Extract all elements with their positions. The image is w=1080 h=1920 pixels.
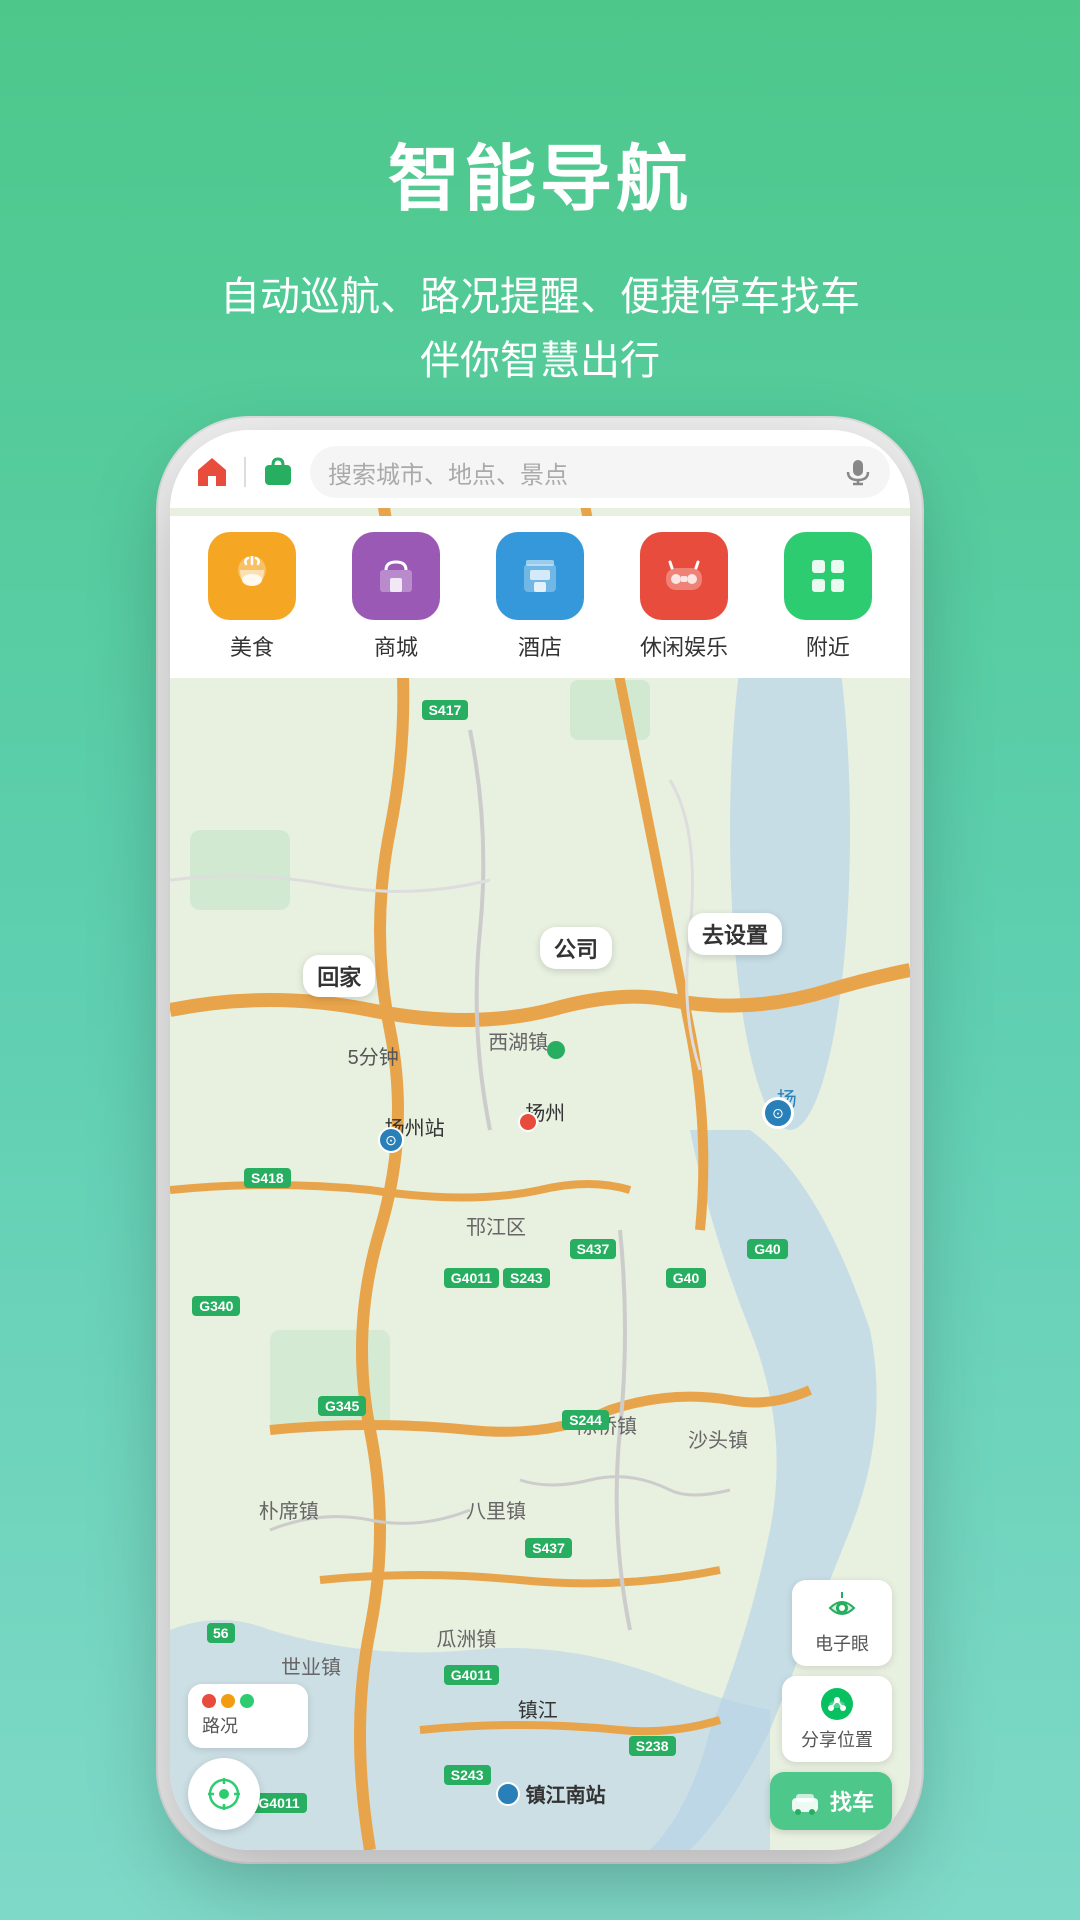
category-entertainment[interactable]: 休闲娱乐 — [640, 532, 728, 662]
map-label-balizhen: 八里镇 — [466, 1495, 526, 1524]
category-entertainment-label: 休闲娱乐 — [640, 630, 728, 662]
badge-s243-1: S243 — [503, 1268, 550, 1288]
search-placeholder: 搜索城市、地点、景点 — [328, 455, 836, 490]
category-food-label: 美食 — [230, 630, 274, 662]
share-label: 分享位置 — [801, 1726, 873, 1752]
badge-g4011-1: G4011 — [444, 1268, 499, 1288]
category-hotel[interactable]: 酒店 — [496, 532, 584, 662]
bottom-overlay: 路况 — [170, 1580, 910, 1830]
find-car-label: 找车 — [830, 1785, 874, 1817]
badge-s437-2: S437 — [525, 1538, 572, 1558]
badge-g345: G345 — [318, 1396, 366, 1416]
badge-g40-2: G40 — [747, 1239, 787, 1259]
badge-g340: G340 — [192, 1296, 240, 1316]
badge-s437-1: S437 — [570, 1239, 617, 1259]
yangzhou-station-pin: ⊙ — [377, 1126, 405, 1154]
search-box[interactable]: 搜索城市、地点、景点 — [310, 446, 890, 498]
divider — [244, 457, 246, 487]
traffic-label: 路况 — [202, 1716, 238, 1736]
elec-card[interactable]: 电子眼 — [792, 1580, 892, 1666]
share-card[interactable]: 分享位置 — [782, 1676, 892, 1762]
hero-section: 智能导航 自动巡航、路况提醒、便捷停车找车 伴你智慧出行 — [0, 0, 1080, 393]
category-mall[interactable]: 商城 — [352, 532, 440, 662]
map-label-5min: 5分钟 — [348, 1041, 399, 1070]
mic-icon[interactable] — [844, 458, 872, 486]
map-label-shatozhen: 沙头镇 — [688, 1424, 748, 1453]
search-bar: 搜索城市、地点、景点 — [170, 430, 910, 508]
find-car-button[interactable]: 找车 — [770, 1772, 892, 1830]
place-bubble-company: 公司 — [540, 927, 612, 969]
map-label-hanjianqu: 邗江区 — [466, 1211, 526, 1240]
category-nearby-label: 附近 — [806, 630, 850, 662]
elec-label: 电子眼 — [815, 1630, 869, 1656]
place-bubble-settings: 去设置 — [688, 913, 782, 955]
xihuzhen-dot — [547, 1041, 565, 1059]
place-bubble-home: 回家 — [303, 955, 375, 997]
map-label-xihuzhen: 西湖镇 — [488, 1026, 548, 1055]
phone-frame: 桃湖镇 5分钟 西湖镇 邗江区 扬州站 扬州 朴席镇 八里镇 沙头镇 瓜洲镇 世… — [170, 430, 910, 1850]
category-food[interactable]: 美食 — [208, 532, 296, 662]
badge-s418: S418 — [244, 1168, 291, 1188]
badge-s417: S417 — [422, 700, 469, 720]
badge-s244: S244 — [562, 1410, 609, 1430]
hero-subtitle: 自动巡航、路况提醒、便捷停车找车 伴你智慧出行 — [0, 265, 1080, 393]
svg-text:⊙: ⊙ — [385, 1132, 397, 1148]
category-bar: 美食 商城 — [170, 516, 910, 678]
hero-title: 智能导航 — [0, 0, 1080, 225]
category-nearby[interactable]: 附近 — [784, 532, 872, 662]
map-label-pushizhen: 朴席镇 — [259, 1495, 319, 1524]
traffic-card[interactable]: 路况 — [188, 1684, 308, 1748]
yangzhou-dot — [518, 1112, 538, 1132]
home-nav-icon[interactable] — [190, 450, 234, 494]
phone-wrapper: 桃湖镇 5分钟 西湖镇 邗江区 扬州站 扬州 朴席镇 八里镇 沙头镇 瓜洲镇 世… — [170, 430, 910, 1850]
category-mall-label: 商城 — [374, 630, 418, 662]
phone-screen: 桃湖镇 5分钟 西湖镇 邗江区 扬州站 扬州 朴席镇 八里镇 沙头镇 瓜洲镇 世… — [170, 430, 910, 1850]
category-hotel-label: 酒店 — [518, 630, 562, 662]
badge-g40-1: G40 — [666, 1268, 706, 1288]
locate-button[interactable] — [188, 1758, 260, 1830]
nav-bag-icon[interactable] — [256, 450, 300, 494]
